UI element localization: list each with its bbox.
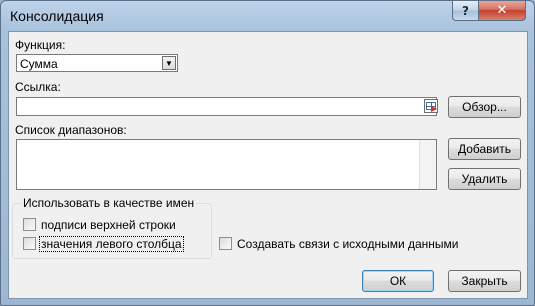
left-column-label[interactable]: значения левого столбца [39,236,184,252]
browse-button-label: Обзор... [462,100,507,114]
create-links-label[interactable]: Создавать связи с исходными данными [237,237,459,251]
add-button-label: Добавить [457,142,512,156]
collapse-dialog-button[interactable] [424,99,438,113]
reference-label: Ссылка: [15,80,61,94]
dialog-body: Функция: Сумма ▼ Ссылка: Обзор... Список… [8,31,528,299]
ok-button-label: ОК [389,274,407,288]
close-button[interactable]: Закрыть [448,270,521,292]
function-value: Сумма [20,57,58,71]
ranges-scrollbar[interactable] [419,140,436,189]
left-column-checkbox[interactable] [23,237,36,250]
top-row-label[interactable]: подписи верхней строки [41,218,176,232]
close-icon: ✕ [496,3,508,18]
window-close-button[interactable]: ✕ [478,1,526,21]
create-links-checkbox[interactable] [219,237,232,250]
chevron-down-icon[interactable]: ▼ [162,56,176,70]
consolidation-dialog: Консолидация ? ✕ Функция: Сумма ▼ Ссылка… [0,0,535,306]
use-labels-title: Использовать в качестве имен [21,196,197,210]
top-row-checkbox[interactable] [23,218,36,231]
window-title: Консолидация [10,8,104,24]
function-select[interactable]: Сумма ▼ [16,54,178,72]
ok-button[interactable]: ОК [362,270,434,292]
delete-button-label: Удалить [461,172,508,186]
add-button[interactable]: Добавить [448,138,521,160]
reference-input[interactable] [16,97,438,116]
help-icon: ? [462,3,469,18]
browse-button[interactable]: Обзор... [448,96,521,118]
function-label: Функция: [15,38,66,52]
close-button-label: Закрыть [461,274,508,288]
title-bar[interactable]: Консолидация ? ✕ [1,1,534,31]
ranges-list[interactable] [16,139,437,190]
delete-button[interactable]: Удалить [448,168,521,190]
ranges-label: Список диапазонов: [15,123,127,137]
help-button[interactable]: ? [452,1,479,21]
